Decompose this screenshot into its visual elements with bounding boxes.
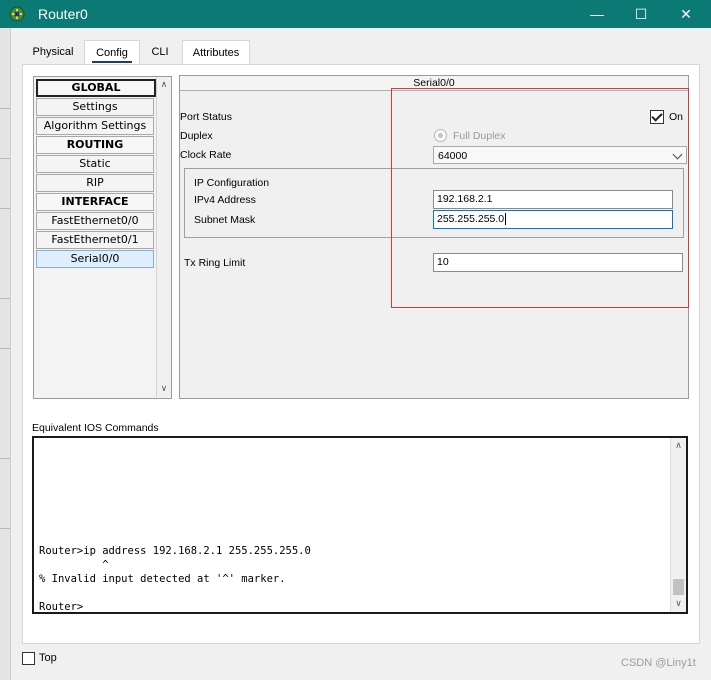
- port-status-label: Port Status: [180, 111, 232, 123]
- window-title: Router0: [38, 6, 88, 22]
- clock-rate-select[interactable]: 64000: [433, 146, 687, 164]
- chevron-down-icon[interactable]: ∨: [157, 383, 171, 394]
- tx-ring-limit-label: Tx Ring Limit: [184, 257, 246, 269]
- full-duplex-radio: [434, 129, 447, 142]
- top-label: Top: [39, 652, 57, 664]
- chevron-up-icon[interactable]: ∧: [157, 79, 171, 90]
- console-scroll-thumb[interactable]: [673, 579, 684, 595]
- nav-item-rip[interactable]: RIP: [36, 174, 154, 192]
- nav-header-global[interactable]: GLOBAL: [36, 79, 156, 97]
- ios-commands-console[interactable]: Router>ip address 192.168.2.1 255.255.25…: [32, 436, 688, 614]
- tab-physical[interactable]: Physical: [22, 40, 84, 64]
- background-window-strip: [0, 28, 11, 680]
- port-status-on-label: On: [669, 111, 684, 123]
- top-checkbox[interactable]: [22, 652, 35, 665]
- ios-commands-label: Equivalent IOS Commands: [32, 422, 159, 434]
- console-line: Router>: [39, 601, 84, 613]
- tab-config[interactable]: Config: [84, 40, 140, 65]
- minimize-button[interactable]: —: [574, 0, 620, 28]
- nav-scrollbar[interactable]: ∧ ∨: [156, 77, 171, 397]
- chevron-up-icon[interactable]: ∧: [671, 440, 686, 451]
- close-button[interactable]: ✕: [663, 0, 709, 28]
- subnet-mask-input[interactable]: 255.255.255.0: [433, 210, 673, 229]
- config-nav-list: GLOBAL Settings Algorithm Settings ROUTI…: [33, 76, 172, 399]
- text-cursor: [505, 213, 507, 226]
- console-line: ^: [39, 559, 109, 571]
- router-app-icon: [8, 5, 26, 23]
- nav-item-fastethernet0-0[interactable]: FastEthernet0/0: [36, 212, 154, 230]
- chevron-down-icon: [672, 149, 683, 160]
- duplex-label: Duplex: [180, 130, 213, 142]
- nav-item-static[interactable]: Static: [36, 155, 154, 173]
- watermark-text: CSDN @Liny1t: [621, 657, 696, 669]
- panel-title: Serial0/0: [180, 76, 688, 91]
- tab-attributes[interactable]: Attributes: [182, 40, 250, 65]
- subnet-mask-label: Subnet Mask: [194, 214, 256, 226]
- tab-cli[interactable]: CLI: [140, 40, 180, 64]
- full-duplex-label: Full Duplex: [453, 130, 506, 142]
- nav-item-serial0-0[interactable]: Serial0/0: [36, 250, 154, 268]
- ipv4-address-label: IPv4 Address: [194, 194, 256, 206]
- chevron-down-icon[interactable]: ∨: [671, 598, 686, 609]
- nav-item-fastethernet0-1[interactable]: FastEthernet0/1: [36, 231, 154, 249]
- nav-header-interface[interactable]: INTERFACE: [36, 193, 154, 211]
- title-bar: Router0 — ☐ ✕: [0, 0, 711, 28]
- maximize-button[interactable]: ☐: [618, 0, 664, 28]
- ip-configuration-label: IP Configuration: [194, 177, 270, 189]
- tx-ring-limit-input[interactable]: 10: [433, 253, 683, 272]
- port-status-checkbox[interactable]: [650, 110, 664, 124]
- clock-rate-value: 64000: [438, 150, 468, 162]
- nav-item-settings[interactable]: Settings: [36, 98, 154, 116]
- ipv4-address-input[interactable]: 192.168.2.1: [433, 190, 673, 209]
- active-tab-indicator: [92, 61, 132, 63]
- nav-header-routing[interactable]: ROUTING: [36, 136, 154, 154]
- console-scrollbar[interactable]: ∧ ∨: [670, 438, 686, 612]
- nav-item-algorithm-settings[interactable]: Algorithm Settings: [36, 117, 154, 135]
- clock-rate-label: Clock Rate: [180, 149, 232, 161]
- console-line: Router>ip address 192.168.2.1 255.255.25…: [39, 545, 311, 557]
- console-line: % Invalid input detected at '^' marker.: [39, 573, 286, 585]
